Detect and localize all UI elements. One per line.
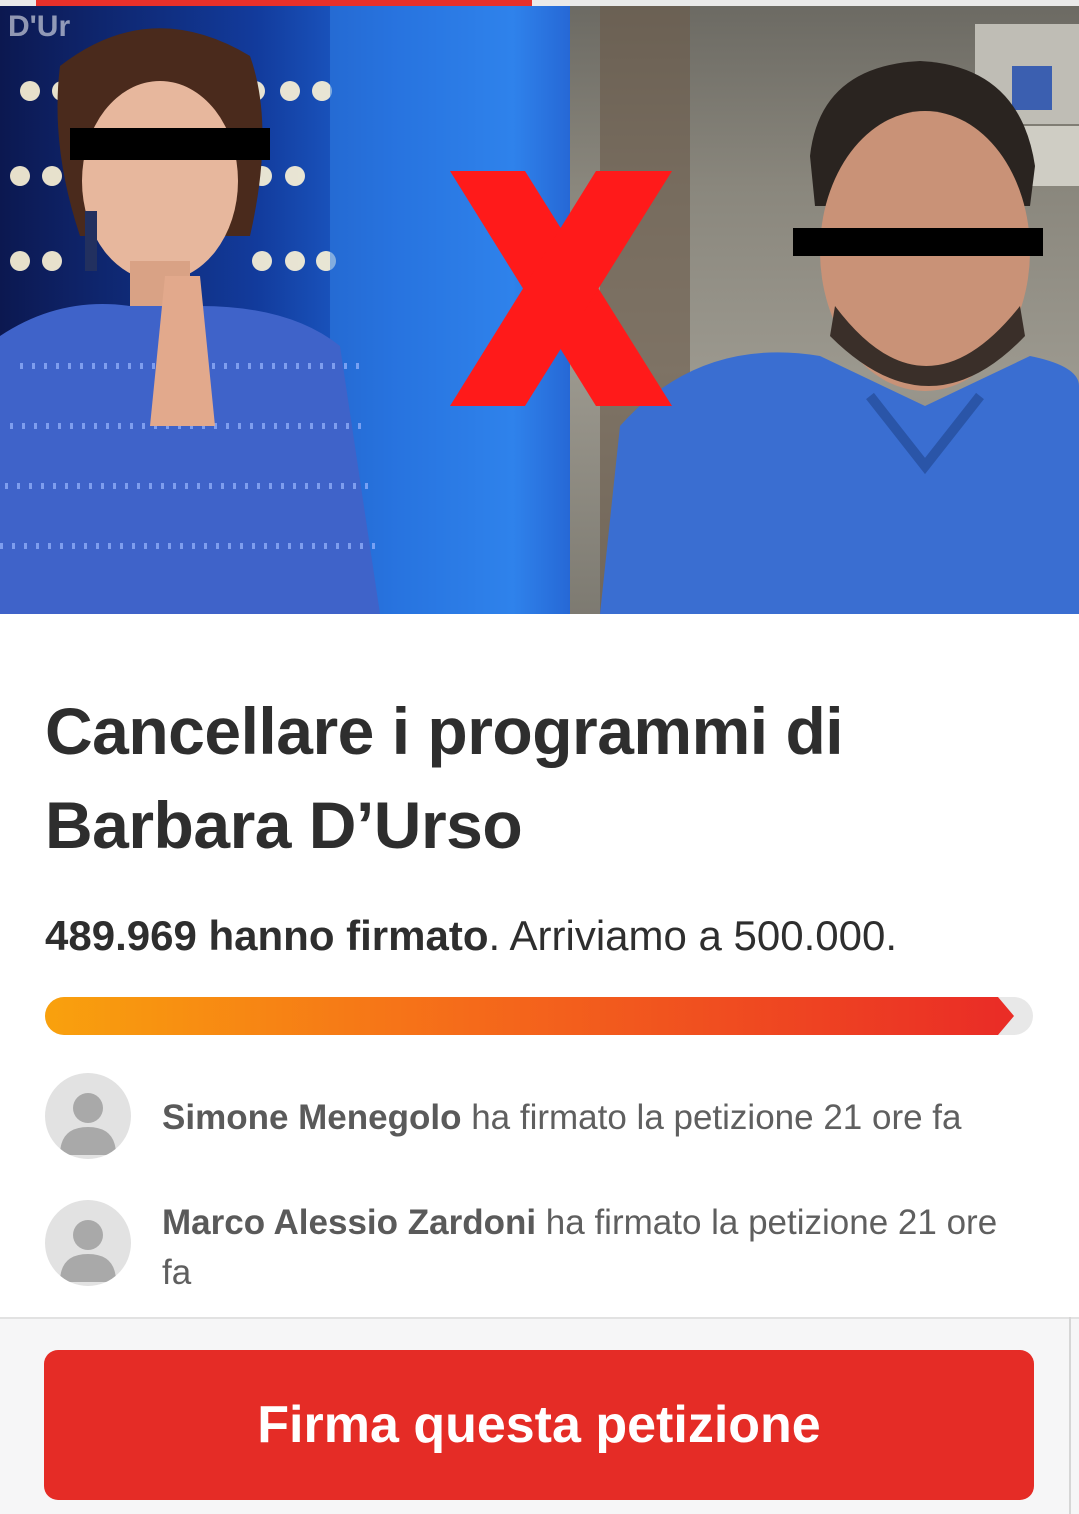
list-item: Marco Alessio Zardoni ha firmato la peti…	[45, 1200, 1035, 1310]
goal-text: . Arriviamo a 500.000.	[488, 912, 898, 959]
signer-name[interactable]: Marco Alessio Zardoni	[162, 1203, 536, 1242]
signer-name[interactable]: Simone Menegolo	[162, 1098, 461, 1137]
default-user-avatar-icon	[45, 1073, 131, 1159]
petition-page: D'Ur Cancellare i programmi di Barbara D…	[0, 0, 1079, 1514]
signer-text: Simone Menegolo ha firmato la petizione …	[162, 1093, 1032, 1143]
sign-petition-button[interactable]: Firma questa petizione	[44, 1350, 1034, 1500]
progress-arrow	[998, 997, 1014, 1035]
hero-photo-collage	[0, 6, 1079, 614]
signature-count: 489.969 hanno firmato. Arriviamo a 500.0…	[45, 908, 1045, 964]
list-item: Simone Menegolo ha firmato la petizione …	[45, 1073, 1035, 1163]
scrollbar[interactable]	[1069, 1317, 1079, 1514]
progress-fill	[45, 997, 998, 1035]
petition-hero-image: D'Ur	[0, 6, 1079, 614]
signer-text: Marco Alessio Zardoni ha firmato la peti…	[162, 1198, 1032, 1298]
signer-action: ha firmato la petizione 21 ore fa	[461, 1098, 962, 1137]
default-user-avatar-icon	[45, 1200, 131, 1286]
petition-title: Cancellare i programmi di Barbara D’Urso	[45, 694, 844, 862]
signature-progress-bar	[45, 997, 1033, 1035]
signed-count-text: 489.969 hanno firmato	[45, 912, 489, 959]
hero-watermark: D'Ur	[8, 10, 71, 43]
